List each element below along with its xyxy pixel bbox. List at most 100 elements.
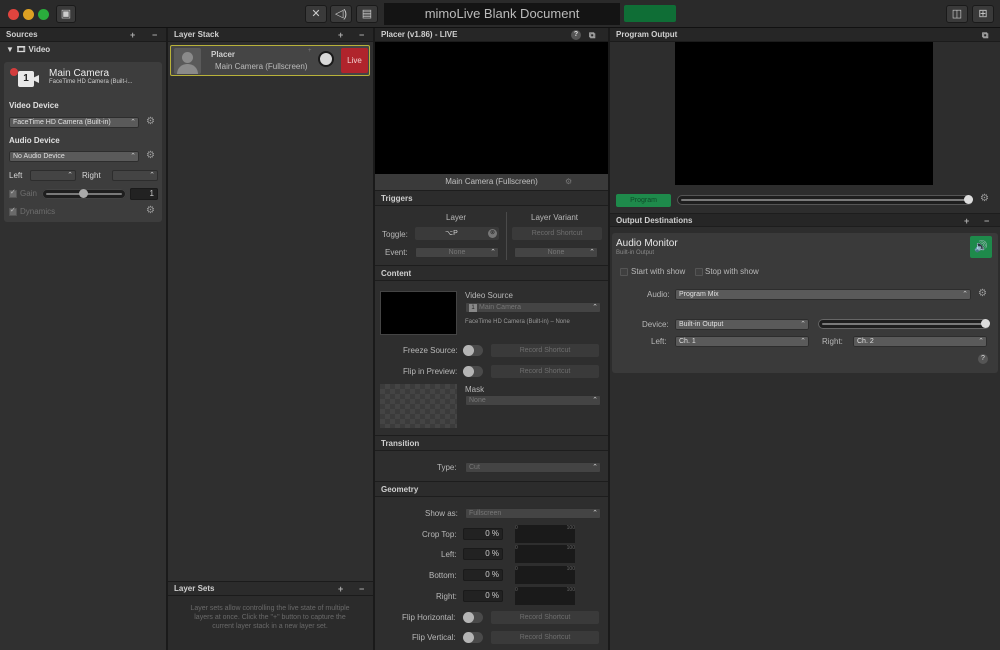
freeze-source-toggle[interactable] [463,345,483,356]
toggle-shortcut-field[interactable]: ⌥P ⊗ [415,227,499,240]
crop-top-meter[interactable]: 0 100 [515,525,575,543]
monitor-help-button[interactable]: ? [978,354,988,364]
event-variant-select[interactable]: None ⌃ [514,247,598,258]
layer-row-placer[interactable]: Placer Main Camera (Fullscreen) + Live [170,45,370,76]
monitor-right-select[interactable]: Ch. 2 ⌃ [853,336,987,347]
source-card-main-camera[interactable]: 1 Main Camera FaceTime HD Camera (Built-… [4,62,162,222]
popout-icon[interactable]: ⧉ [589,28,595,42]
crop-top-field[interactable]: 0 % [463,528,503,540]
select-arrows-icon: ⌃ [962,291,968,298]
video-group[interactable]: ▼ 🎞 Video [6,45,50,54]
audio-device-select[interactable]: No Audio Device ⌃ [9,151,139,162]
add-source-button[interactable]: + [130,28,135,42]
select-arrows-icon: ⌃ [589,249,595,256]
help-button[interactable]: ? [571,30,581,40]
sidebar-toggle-button[interactable]: ▣ [56,5,76,23]
output-destinations-title: Output Destinations [616,216,693,225]
device-select[interactable]: Built-in Output ⌃ [675,319,809,330]
select-arrows-icon: ⌃ [800,321,806,328]
live-indicator [10,68,18,76]
crop-right-label: Right: [436,592,457,601]
select-arrows-icon: ⌃ [130,119,136,126]
remove-source-button[interactable]: − [152,28,157,42]
layout-button[interactable]: ◫ [946,5,968,23]
crop-left-meter[interactable]: 0 100 [515,545,575,563]
video-source-value: Main Camera [479,304,522,311]
flip-horizontal-shortcut[interactable]: Record Shortcut [491,611,599,624]
dynamics-gear-icon[interactable]: ⚙ [146,206,155,216]
crop-bottom-meter[interactable]: 0 100 [515,566,575,584]
add-layer-set-button[interactable]: + [338,582,343,596]
transition-type-select[interactable]: Cut ⌃ [465,462,601,473]
freeze-source-shortcut[interactable]: Record Shortcut [491,344,599,357]
clear-shortcut-icon[interactable]: ⊗ [488,229,497,238]
video-device-select[interactable]: FaceTime HD Camera (Built-in) ⌃ [9,117,139,128]
stop-with-show-checkbox[interactable] [695,268,703,276]
audio-device-label: Audio Device [9,136,60,145]
remove-destination-button[interactable]: − [984,214,989,228]
audio-button[interactable]: ◁) [330,5,352,23]
remove-layer-button[interactable]: − [359,28,364,42]
gear-icon[interactable]: ⚙ [565,174,572,190]
crop-right-meter[interactable]: 0 100 [515,587,575,605]
gain-checkbox[interactable] [9,188,17,198]
crop-right-field[interactable]: 0 % [463,590,503,602]
program-preview [675,42,933,185]
video-source-select[interactable]: 1 Main Camera ⌃ [465,302,601,313]
right-channel-select[interactable]: ⌃ [112,170,158,181]
event-layer-select[interactable]: None ⌃ [415,247,499,258]
gain-slider[interactable] [42,189,126,199]
gain-value-field[interactable]: 1 [130,188,158,200]
go-live-button[interactable] [624,5,676,22]
flip-in-preview-shortcut[interactable]: Record Shortcut [491,365,599,378]
add-layer-button[interactable]: + [338,28,343,42]
video-device-gear-icon[interactable]: ⚙ [146,117,155,127]
audio-gear-icon[interactable]: ⚙ [978,289,987,299]
minimize-window-button[interactable] [23,9,34,20]
crop-left-field[interactable]: 0 % [463,548,503,560]
remove-layer-set-button[interactable]: − [359,582,364,596]
output-destinations-header: Output Destinations + − [610,213,1000,227]
record-button[interactable]: ▤ [356,5,378,23]
program-volume-knob[interactable] [964,195,973,204]
flip-vertical-shortcut[interactable]: Record Shortcut [491,631,599,644]
monitor-volume-slider[interactable] [818,319,990,329]
live-toggle-button[interactable]: Live [341,48,368,73]
show-as-select[interactable]: Fullscreen ⌃ [465,508,601,519]
add-destination-button[interactable]: + [964,214,969,228]
zoom-window-button[interactable] [38,9,49,20]
grid-button[interactable]: ⊞ [972,5,994,23]
flip-in-preview-toggle[interactable] [463,366,483,377]
volume-knob[interactable] [318,51,334,67]
placer-panel: Placer (v1.86) - LIVE ? ⧉ Main Camera (F… [375,28,608,650]
audio-source-select[interactable]: Program Mix ⌃ [675,289,971,300]
layer-stack-panel: Layer Stack + − Placer Main Camera (Full… [168,28,373,650]
program-volume-slider[interactable] [677,195,973,205]
flip-vertical-toggle[interactable] [463,632,483,643]
meter-min-label: 0 [515,566,518,572]
transition-type-label: Type: [437,463,457,472]
monitor-left-select[interactable]: Ch. 1 ⌃ [675,336,809,347]
crop-bottom-field[interactable]: 0 % [463,569,503,581]
monitor-volume-knob[interactable] [981,319,990,328]
right-channel-label: Right [82,171,101,180]
close-window-button[interactable] [8,9,19,20]
left-channel-select[interactable]: ⌃ [30,170,76,181]
start-with-show-checkbox[interactable] [620,268,628,276]
program-button[interactable]: Program [616,194,671,207]
flip-horizontal-toggle[interactable] [463,612,483,623]
variant-toggle-shortcut-field[interactable]: Record Shortcut [512,227,602,240]
sources-header: Sources + − [0,28,166,42]
audio-monitor-toggle[interactable]: 🔊 [970,236,992,258]
dynamics-checkbox[interactable] [9,206,17,216]
audio-device-gear-icon[interactable]: ⚙ [146,151,155,161]
gain-slider-knob[interactable] [79,189,88,198]
mask-thumbnail [380,384,457,428]
mask-select[interactable]: None ⌃ [465,395,601,406]
transition-button[interactable]: ✕ [305,5,327,23]
audio-monitor-card[interactable]: Audio Monitor Built-in Output 🔊 Start wi… [612,233,998,373]
layer-sets-help-text: Layer sets allow controlling the live st… [190,605,350,630]
select-arrows-icon: ⌃ [800,338,806,345]
program-gear-icon[interactable]: ⚙ [980,194,989,204]
popout-icon[interactable]: ⧉ [982,28,988,42]
